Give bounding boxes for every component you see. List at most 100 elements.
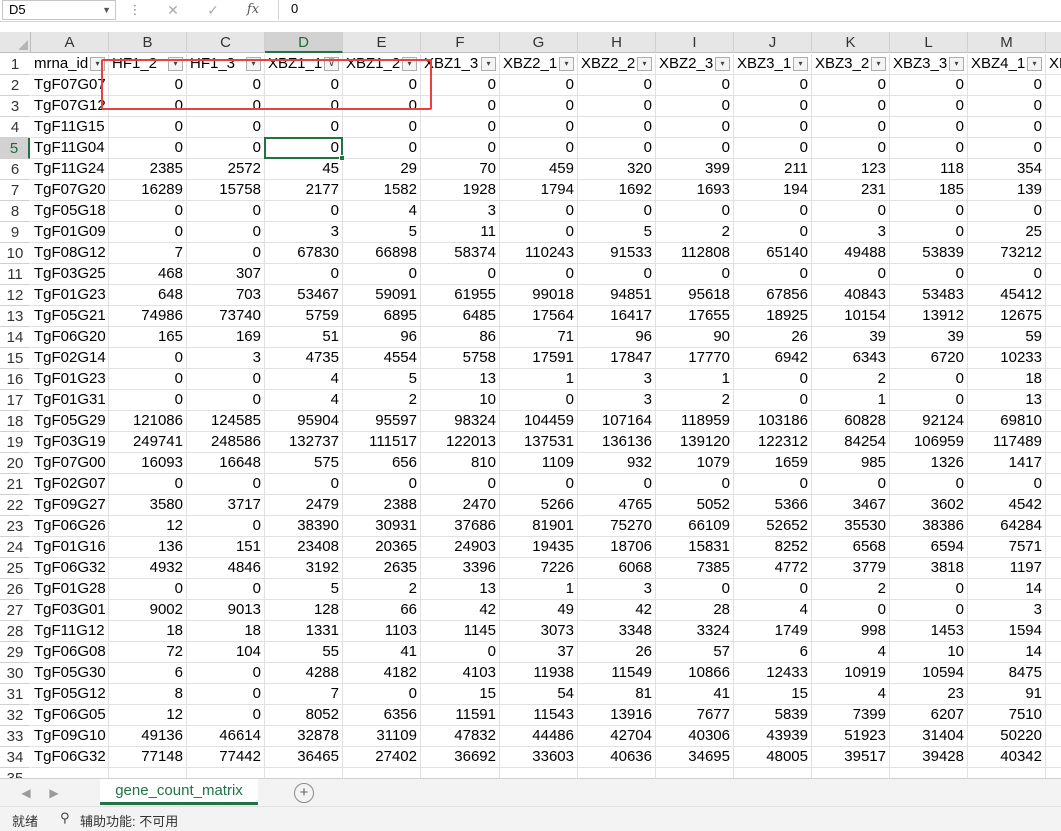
count-cell[interactable]: 194 bbox=[734, 180, 812, 201]
count-cell[interactable]: 94851 bbox=[578, 285, 656, 306]
gene-id-cell[interactable]: TgF02G07 bbox=[31, 474, 109, 495]
select-all-button[interactable] bbox=[0, 32, 31, 53]
count-cell[interactable]: 6720 bbox=[890, 348, 968, 369]
grid-cell[interactable] bbox=[1046, 159, 1061, 180]
filter-dropdown-icon[interactable]: ▾ bbox=[871, 57, 886, 71]
filter-dropdown-icon[interactable]: ▾ bbox=[402, 57, 417, 71]
grid-cell[interactable] bbox=[1046, 180, 1061, 201]
count-cell[interactable]: 2479 bbox=[265, 495, 343, 516]
grid-cell[interactable] bbox=[1046, 747, 1061, 768]
count-cell[interactable]: 1 bbox=[500, 369, 578, 390]
grid-cell[interactable] bbox=[1046, 75, 1061, 96]
count-cell[interactable]: 10154 bbox=[812, 306, 890, 327]
count-cell[interactable]: 0 bbox=[578, 96, 656, 117]
count-cell[interactable]: 0 bbox=[968, 75, 1046, 96]
count-cell[interactable]: 8 bbox=[109, 684, 187, 705]
count-cell[interactable]: 14 bbox=[968, 642, 1046, 663]
filter-dropdown-icon[interactable]: ▾ bbox=[1027, 57, 1042, 71]
count-cell[interactable]: 117489 bbox=[968, 432, 1046, 453]
count-cell[interactable]: 53467 bbox=[265, 285, 343, 306]
count-cell[interactable]: 0 bbox=[500, 138, 578, 159]
count-cell[interactable]: 69810 bbox=[968, 411, 1046, 432]
count-cell[interactable]: 5 bbox=[343, 369, 421, 390]
row-header-10[interactable]: 10 bbox=[0, 243, 30, 264]
count-cell[interactable]: 0 bbox=[812, 201, 890, 222]
count-cell[interactable]: 123 bbox=[812, 159, 890, 180]
row-header-4[interactable]: 4 bbox=[0, 117, 30, 138]
column-header-H[interactable]: H bbox=[578, 32, 656, 53]
count-cell[interactable]: 0 bbox=[656, 264, 734, 285]
count-cell[interactable]: 0 bbox=[343, 75, 421, 96]
insert-function-button[interactable]: fx bbox=[240, 0, 266, 20]
count-cell[interactable]: 810 bbox=[421, 453, 500, 474]
grid-cell[interactable] bbox=[31, 768, 109, 778]
count-cell[interactable]: 0 bbox=[500, 474, 578, 495]
count-cell[interactable]: 91533 bbox=[578, 243, 656, 264]
count-cell[interactable]: 18 bbox=[187, 621, 265, 642]
count-cell[interactable]: 3192 bbox=[265, 558, 343, 579]
count-cell[interactable]: 1928 bbox=[421, 180, 500, 201]
count-cell[interactable]: 104459 bbox=[500, 411, 578, 432]
count-cell[interactable]: 0 bbox=[187, 96, 265, 117]
active-filter-icon[interactable]: ⊽ bbox=[324, 57, 339, 71]
row-header-14[interactable]: 14 bbox=[0, 327, 30, 348]
grid-cell[interactable] bbox=[1046, 705, 1061, 726]
grid-cell[interactable] bbox=[890, 768, 968, 778]
count-cell[interactable]: 34695 bbox=[656, 747, 734, 768]
count-cell[interactable]: 0 bbox=[421, 264, 500, 285]
count-cell[interactable]: 0 bbox=[421, 96, 500, 117]
count-cell[interactable]: 49136 bbox=[109, 726, 187, 747]
grid-cell[interactable] bbox=[968, 768, 1046, 778]
count-cell[interactable]: 136136 bbox=[578, 432, 656, 453]
count-cell[interactable]: 75270 bbox=[578, 516, 656, 537]
count-cell[interactable]: 4765 bbox=[578, 495, 656, 516]
count-cell[interactable]: 0 bbox=[812, 117, 890, 138]
count-cell[interactable]: 37 bbox=[500, 642, 578, 663]
count-cell[interactable]: 231 bbox=[812, 180, 890, 201]
count-cell[interactable]: 0 bbox=[265, 96, 343, 117]
grid-cell[interactable] bbox=[734, 768, 812, 778]
count-cell[interactable]: 0 bbox=[890, 117, 968, 138]
count-cell[interactable]: 2572 bbox=[187, 159, 265, 180]
count-cell[interactable]: 0 bbox=[500, 390, 578, 411]
count-cell[interactable]: 0 bbox=[734, 201, 812, 222]
count-cell[interactable]: 0 bbox=[109, 222, 187, 243]
count-cell[interactable]: 1582 bbox=[343, 180, 421, 201]
count-cell[interactable]: 12675 bbox=[968, 306, 1046, 327]
grid-cell[interactable] bbox=[1046, 285, 1061, 306]
count-cell[interactable]: 0 bbox=[109, 369, 187, 390]
count-cell[interactable]: 36692 bbox=[421, 747, 500, 768]
count-cell[interactable]: 0 bbox=[890, 264, 968, 285]
count-cell[interactable]: 4 bbox=[343, 201, 421, 222]
count-cell[interactable]: 5839 bbox=[734, 705, 812, 726]
count-cell[interactable]: 103186 bbox=[734, 411, 812, 432]
count-cell[interactable]: 0 bbox=[968, 474, 1046, 495]
count-cell[interactable]: 73212 bbox=[968, 243, 1046, 264]
count-cell[interactable]: 29 bbox=[343, 159, 421, 180]
count-cell[interactable]: 35530 bbox=[812, 516, 890, 537]
row-header-23[interactable]: 23 bbox=[0, 516, 30, 537]
filter-dropdown-icon[interactable]: ▾ bbox=[949, 57, 964, 71]
count-cell[interactable]: 10594 bbox=[890, 663, 968, 684]
gene-id-cell[interactable]: TgF07G07 bbox=[31, 75, 109, 96]
count-cell[interactable]: 0 bbox=[656, 138, 734, 159]
grid-cell[interactable] bbox=[1046, 537, 1061, 558]
count-cell[interactable]: 3 bbox=[578, 369, 656, 390]
column-header-I[interactable]: I bbox=[656, 32, 734, 53]
count-cell[interactable]: 0 bbox=[187, 222, 265, 243]
count-cell[interactable]: 0 bbox=[343, 684, 421, 705]
sheet-tab-gene-count-matrix[interactable]: gene_count_matrix bbox=[100, 779, 258, 805]
count-cell[interactable]: 66898 bbox=[343, 243, 421, 264]
count-cell[interactable]: 998 bbox=[812, 621, 890, 642]
count-cell[interactable]: 95618 bbox=[656, 285, 734, 306]
count-cell[interactable]: 1453 bbox=[890, 621, 968, 642]
gene-id-cell[interactable]: TgF05G30 bbox=[31, 663, 109, 684]
count-cell[interactable]: 45412 bbox=[968, 285, 1046, 306]
gene-id-cell[interactable]: TgF01G23 bbox=[31, 369, 109, 390]
count-cell[interactable]: 136 bbox=[109, 537, 187, 558]
grid-cell[interactable] bbox=[1046, 411, 1061, 432]
count-cell[interactable]: 3 bbox=[265, 222, 343, 243]
count-cell[interactable]: 118959 bbox=[656, 411, 734, 432]
count-cell[interactable]: 41 bbox=[656, 684, 734, 705]
count-cell[interactable]: 18706 bbox=[578, 537, 656, 558]
